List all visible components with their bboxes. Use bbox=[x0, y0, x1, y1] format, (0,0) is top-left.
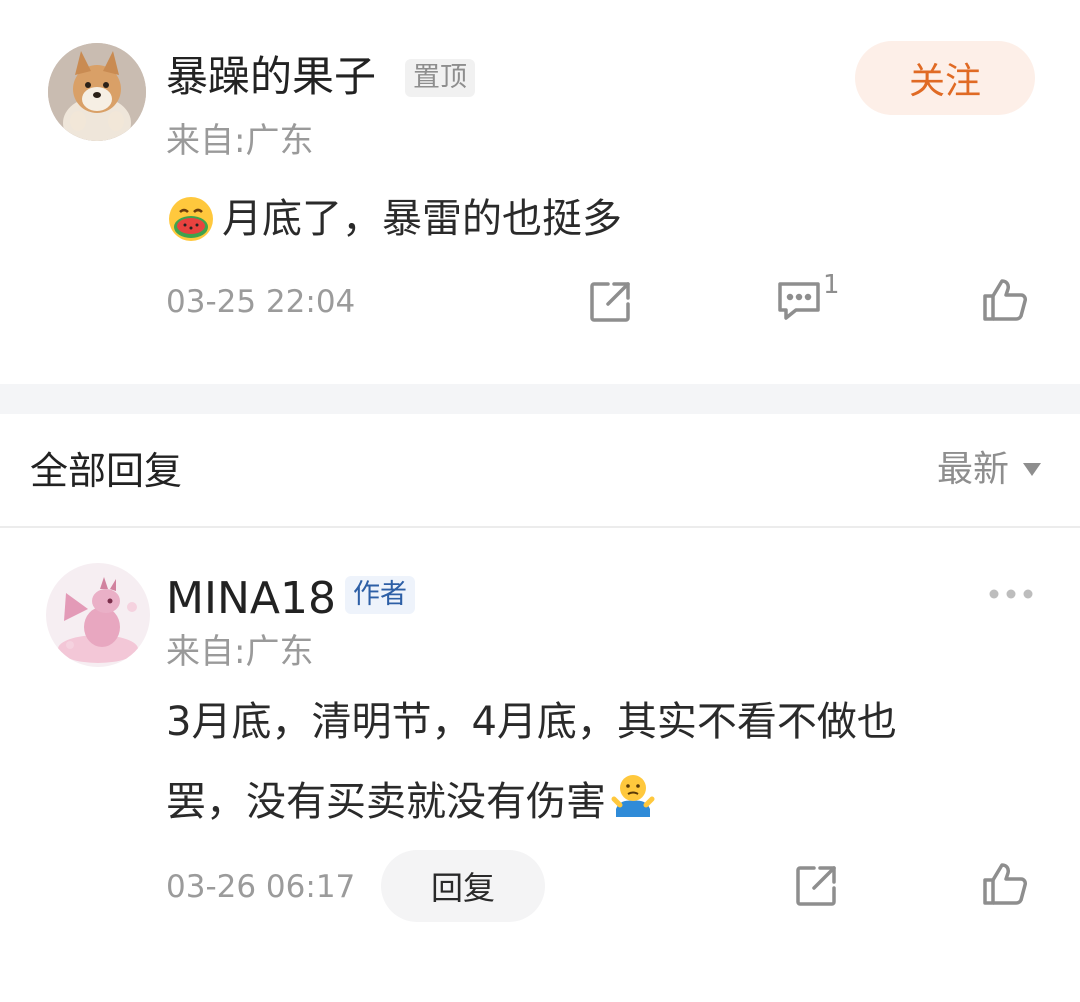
reply-thumbs-up-icon[interactable] bbox=[982, 862, 1028, 906]
sort-dropdown[interactable]: 最新 bbox=[937, 449, 1042, 490]
reply-username[interactable]: MINA18 bbox=[166, 577, 336, 621]
sort-caret-icon bbox=[1023, 463, 1042, 477]
location-text: 来自:广东 bbox=[166, 121, 314, 161]
reply-text-line1: 3月底，清明节，4月底，其实不看不做也 bbox=[166, 699, 897, 745]
thumbs-up-icon[interactable] bbox=[982, 278, 1028, 322]
username[interactable]: 暴躁的果子 bbox=[166, 56, 376, 98]
reply-location: 来自:广东 bbox=[166, 632, 314, 672]
comment-text: 月底了，暴雷的也挺多 bbox=[222, 196, 622, 242]
reply-timestamp: 03-26 06:17 bbox=[166, 869, 356, 905]
reply-share-icon[interactable] bbox=[794, 864, 838, 908]
comment-count: 1 bbox=[823, 270, 840, 300]
avatar-shiba[interactable] bbox=[48, 43, 146, 141]
sort-label: 最新 bbox=[937, 449, 1010, 490]
watermelon-emoji-icon bbox=[166, 194, 216, 244]
more-icon[interactable] bbox=[988, 588, 1034, 600]
reply-content-line2: 罢，没有买卖就没有伤害 bbox=[166, 763, 658, 841]
follow-button[interactable]: 关注 bbox=[855, 41, 1035, 115]
author-badge: 作者 bbox=[345, 576, 415, 614]
avatar-dragon[interactable] bbox=[46, 563, 150, 667]
reply-text-line2: 罢，没有买卖就没有伤害 bbox=[166, 779, 606, 825]
section-divider bbox=[0, 384, 1080, 414]
comment-icon[interactable] bbox=[776, 280, 822, 322]
timestamp: 03-25 22:04 bbox=[166, 284, 356, 320]
reply-button[interactable]: 回复 bbox=[381, 850, 545, 922]
replies-title: 全部回复 bbox=[30, 449, 183, 493]
share-icon[interactable] bbox=[588, 280, 632, 324]
pinned-badge: 置顶 bbox=[405, 59, 475, 97]
header-divider bbox=[0, 526, 1080, 528]
shrug-emoji-icon bbox=[608, 769, 658, 819]
comment-content: 月底了，暴雷的也挺多 bbox=[166, 180, 622, 258]
